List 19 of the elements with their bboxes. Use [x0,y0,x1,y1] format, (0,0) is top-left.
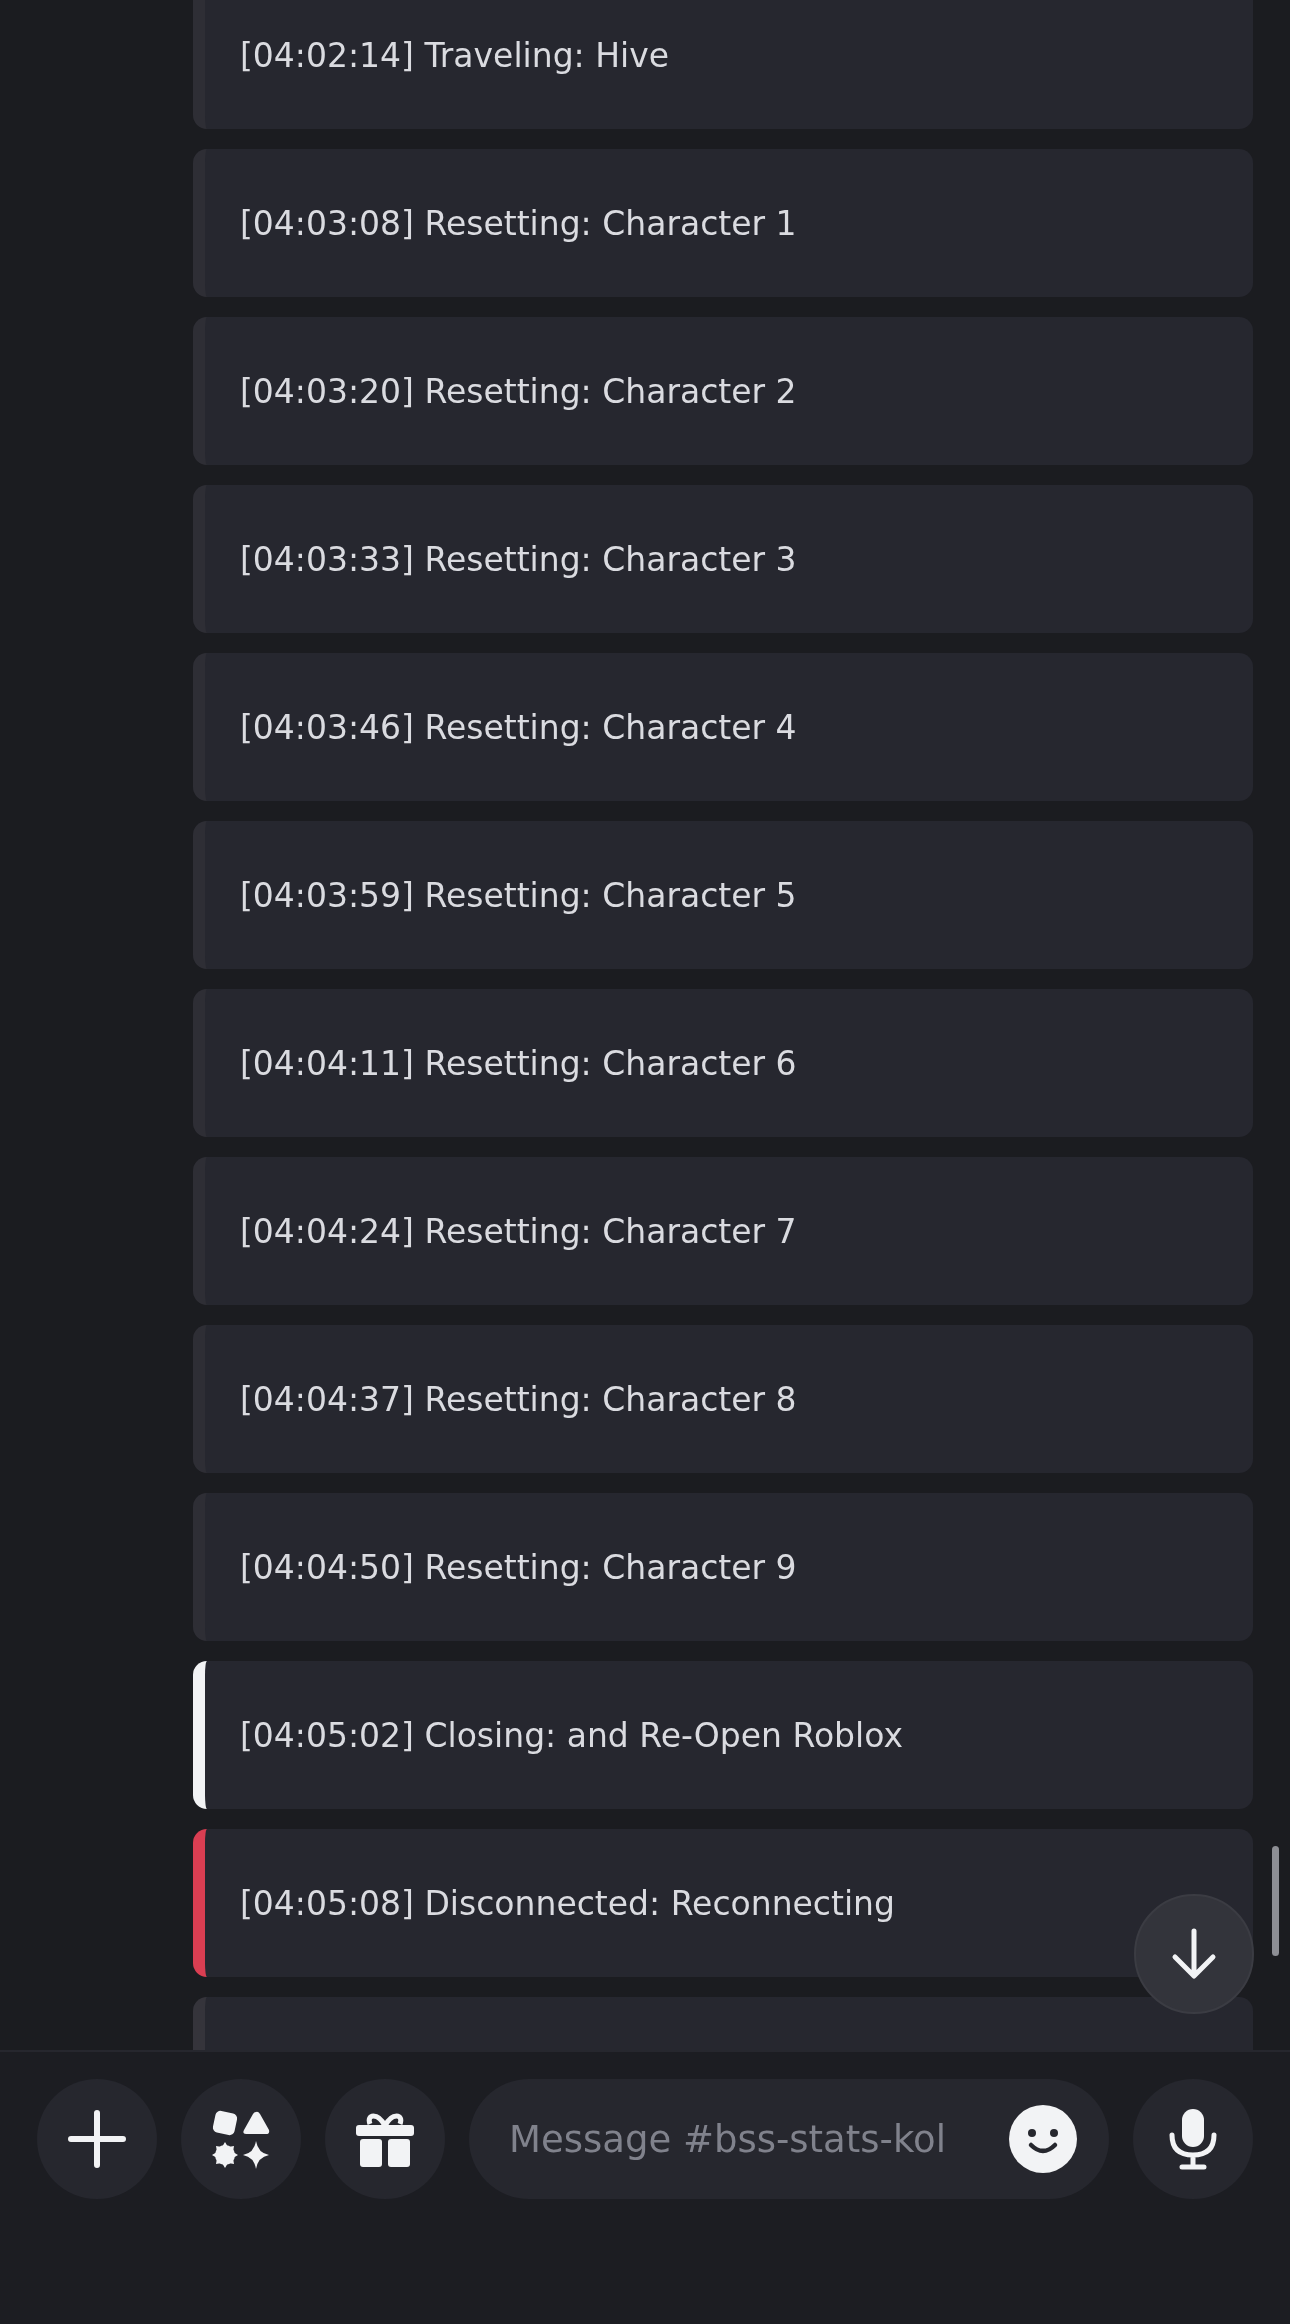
message-field[interactable]: Message #bss-stats-kol [507,2110,999,2168]
embed-text: [04:03:08] Resetting: Character 1 [240,203,797,243]
message-bar[interactable]: Message #bss-stats-kol [469,2079,1109,2199]
embed-text: [04:03:33] Resetting: Character 3 [240,539,797,579]
embed-text: [04:03:46] Resetting: Character 4 [240,707,797,747]
apps-icon [210,2108,272,2170]
embed-text: [04:04:24] Resetting: Character 7 [240,1211,797,1251]
embed-text: [04:04:50] Resetting: Character 9 [240,1547,797,1587]
embed-text: [04:05:02] Closing: and Re-Open Roblox [240,1715,903,1755]
embed-text: [04:03:20] Resetting: Character 2 [240,371,797,411]
embed-text: [04:02:14] Traveling: Hive [240,35,669,75]
scrollbar[interactable] [1272,1846,1279,1956]
microphone-icon [1168,2107,1218,2171]
embed-text: [04:04:37] Resetting: Character 8 [240,1379,797,1419]
embed-text: [04:05:08] Disconnected: Reconnecting [240,1883,895,1923]
plus-icon [68,2110,126,2168]
smiley-icon[interactable] [1009,2105,1077,2173]
embed-text: [04:03:59] Resetting: Character 5 [240,875,797,915]
embed-text: [04:04:11] Resetting: Character 6 [240,1043,797,1083]
